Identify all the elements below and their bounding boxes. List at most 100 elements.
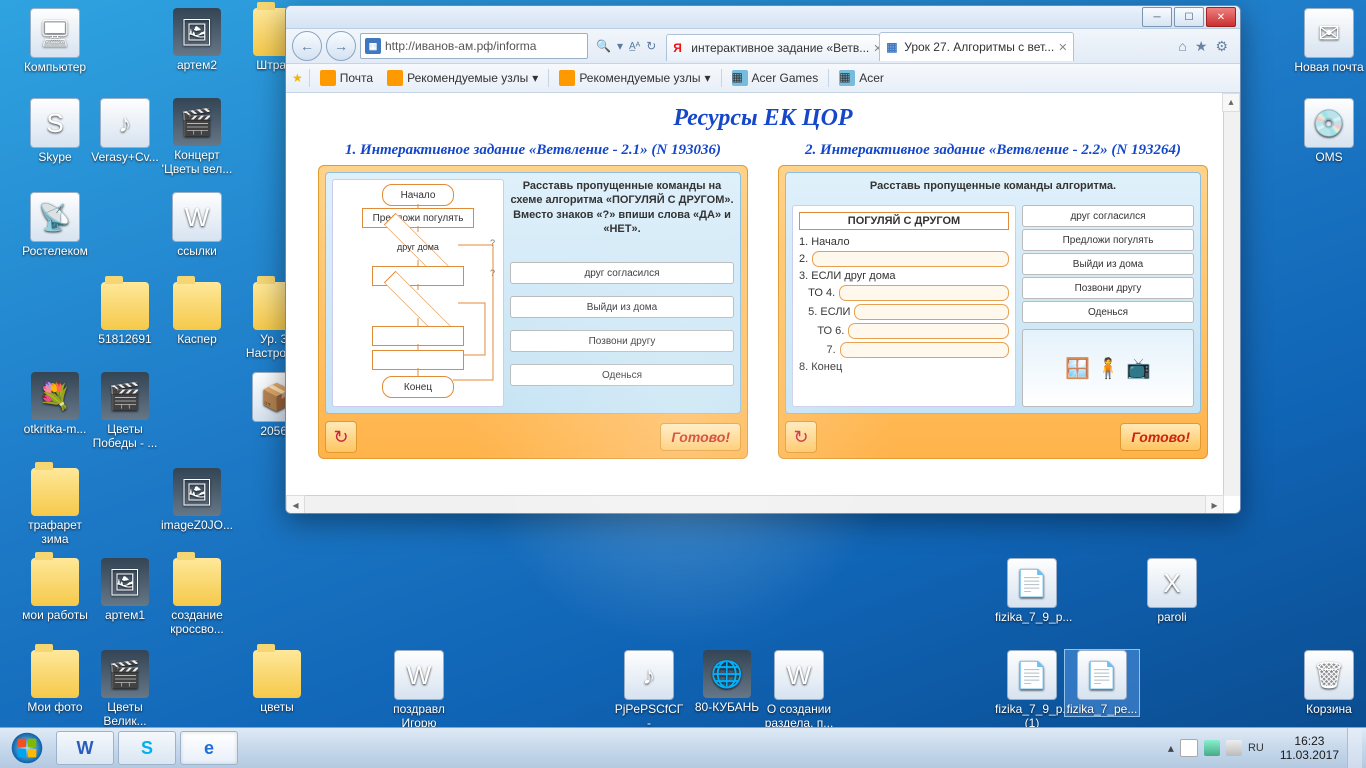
desktop-icon[interactable]: 🖼артем2 — [160, 8, 234, 72]
desktop[interactable]: 🖥Компьютер🖼артем2Штраус✉Новая почтаSSkyp… — [0, 0, 1366, 768]
desktop-icon[interactable]: ✉Новая почта — [1292, 8, 1366, 74]
desktop-icon[interactable]: 🌐80-КУБАНЬ — [690, 650, 764, 714]
desktop-icon[interactable]: Wпоздравл Игорю — [382, 650, 456, 730]
show-desktop-button[interactable] — [1347, 728, 1362, 768]
desktop-icon[interactable]: 🖥Компьютер — [18, 8, 92, 74]
home-icon[interactable]: ⌂ — [1178, 38, 1186, 55]
fav-mail[interactable]: Почта — [316, 68, 377, 88]
command-chip[interactable]: друг согласился — [510, 262, 734, 284]
desktop-icon[interactable]: 🎬Цветы Победы - ... — [88, 372, 162, 450]
task1-ready-button[interactable]: Готово! — [660, 423, 741, 451]
flow-slot-2[interactable] — [372, 326, 464, 346]
site-icon: ▦ — [365, 38, 381, 54]
window-titlebar[interactable]: ─ ☐ ✕ — [286, 6, 1240, 29]
desktop-icon[interactable]: 🗑Корзина — [1292, 650, 1366, 716]
clock[interactable]: 16:23 11.03.2017 — [1272, 734, 1347, 763]
system-tray: ▴ RU 16:23 11.03.2017 — [1160, 728, 1366, 768]
fav-recommended-1[interactable]: Рекомендуемые узлы▾ — [383, 68, 542, 88]
desktop-icon[interactable]: WО создании раздела, п... — [762, 650, 836, 730]
desktop-icon[interactable]: Wссылки — [160, 192, 234, 258]
taskbar-item-ie[interactable]: e — [180, 731, 238, 765]
icon-label: создание кроссво... — [160, 608, 234, 636]
refresh-icon[interactable]: ↻ — [646, 39, 656, 53]
tray-expand-icon[interactable]: ▴ — [1168, 741, 1174, 755]
forward-button[interactable]: → — [326, 31, 356, 61]
algo-slot[interactable] — [848, 323, 1009, 339]
file-icon: W — [172, 192, 222, 242]
close-button[interactable]: ✕ — [1206, 7, 1236, 27]
add-favorite-icon[interactable]: ★ — [292, 71, 303, 85]
task2-reset-button[interactable]: ↻ — [785, 421, 817, 453]
icon-label: ссылки — [160, 244, 234, 258]
favorites-icon[interactable]: ★ — [1195, 38, 1208, 55]
taskbar-item-skype[interactable]: S — [118, 731, 176, 765]
algo-slot[interactable] — [854, 304, 1009, 320]
desktop-icon[interactable]: создание кроссво... — [160, 558, 234, 636]
scroll-left-button[interactable]: ◂ — [286, 495, 305, 513]
dropdown-icon[interactable]: ▾ — [617, 39, 623, 53]
command-chip[interactable]: Оденься — [510, 364, 734, 386]
command-chip[interactable]: Выйди из дома — [1022, 253, 1194, 275]
close-tab-icon[interactable]: ✕ — [1058, 41, 1067, 54]
file-icon: 🌐 — [703, 650, 751, 698]
desktop-icon[interactable]: 💿OMS — [1292, 98, 1366, 164]
desktop-icon[interactable]: 🖼imageZ0JO... — [160, 468, 234, 532]
command-chip[interactable]: Позвони другу — [1022, 277, 1194, 299]
fav-acergames[interactable]: ▦Acer Games — [728, 68, 823, 88]
desktop-icon[interactable]: 🎬Цветы Велик... — [88, 650, 162, 728]
flow-slot-3[interactable] — [372, 350, 464, 370]
maximize-button[interactable]: ☐ — [1174, 7, 1204, 27]
desktop-icon[interactable]: мои работы — [18, 558, 92, 622]
command-chip[interactable]: Позвони другу — [510, 330, 734, 352]
search-icon[interactable]: 🔍 — [596, 39, 611, 53]
command-chip[interactable]: друг согласился — [1022, 205, 1194, 227]
desktop-icon[interactable]: 📄fizika_7_9_p... (1) — [995, 650, 1069, 730]
desktop-icon[interactable]: 📄fizika_7_9_p... — [995, 558, 1069, 624]
tray-volume-icon[interactable] — [1226, 740, 1242, 756]
back-button[interactable]: ← — [292, 31, 322, 61]
flow-cond-2[interactable] — [378, 290, 458, 320]
scroll-right-button[interactable]: ▸ — [1205, 495, 1224, 513]
browser-tab[interactable]: ▦Урок 27. Алгоритмы с вет...✕ — [879, 32, 1074, 61]
desktop-icon[interactable]: 📡Ростелеком — [18, 192, 92, 258]
horizontal-scrollbar[interactable]: ◂ ▸ — [286, 495, 1224, 513]
task2-ready-button[interactable]: Готово! — [1120, 423, 1201, 451]
fav-acer[interactable]: ▦Acer — [835, 68, 888, 88]
tray-network-icon[interactable] — [1204, 740, 1220, 756]
command-chip[interactable]: Оденься — [1022, 301, 1194, 323]
taskbar-item-word[interactable]: W — [56, 731, 114, 765]
command-chip[interactable]: Выйди из дома — [510, 296, 734, 318]
task1-reset-button[interactable]: ↻ — [325, 421, 357, 453]
desktop-icon[interactable]: трафарет зима — [18, 468, 92, 546]
compat-icon[interactable]: A̲ᴬ — [629, 41, 640, 52]
browser-tab[interactable]: Яинтерактивное задание «Ветв...✕ — [666, 34, 880, 61]
vertical-scrollbar[interactable] — [1223, 93, 1240, 496]
minimize-button[interactable]: ─ — [1142, 7, 1172, 27]
desktop-icon[interactable]: 📄fizika_7_pe... — [1065, 650, 1139, 716]
desktop-icon[interactable]: Xparoli — [1135, 558, 1209, 624]
desktop-icon[interactable]: ♪Verasy+Cv... — [88, 98, 162, 164]
desktop-icon[interactable]: 🖼артем1 — [88, 558, 162, 622]
tools-icon[interactable]: ⚙ — [1215, 38, 1228, 55]
desktop-icon[interactable]: Каспер — [160, 282, 234, 346]
icon-label: артем1 — [88, 608, 162, 622]
desktop-icon[interactable]: 51812691 — [88, 282, 162, 346]
tray-flag-icon[interactable] — [1180, 739, 1198, 757]
command-chip[interactable]: Предложи погулять — [1022, 229, 1194, 251]
desktop-icon[interactable]: цветы — [240, 650, 314, 714]
scroll-up-button[interactable]: ▴ — [1222, 93, 1240, 112]
desktop-icon[interactable]: SSkype — [18, 98, 92, 164]
address-bar[interactable]: ▦ http://иванов-ам.рф/informa — [360, 33, 588, 59]
start-button[interactable] — [0, 728, 54, 768]
desktop-icon[interactable]: Мои фото — [18, 650, 92, 714]
fav-recommended-2[interactable]: Рекомендуемые узлы▾ — [555, 68, 714, 88]
algo-slot[interactable] — [839, 285, 1009, 301]
tray-lang-icon[interactable]: RU — [1248, 742, 1264, 754]
algorithm-list: ПОГУЛЯЙ С ДРУГОМ 1. Начало2.3. ЕСЛИ друг… — [792, 205, 1016, 407]
url-text: http://иванов-ам.рф/informa — [385, 39, 536, 53]
desktop-icon[interactable]: 💐otkritka-m... — [18, 372, 92, 436]
algo-slot[interactable] — [840, 342, 1009, 358]
desktop-icon[interactable]: 🎬Концерт 'Цветы вел... — [160, 98, 234, 176]
file-icon: 📄 — [1077, 650, 1127, 700]
algo-slot[interactable] — [812, 251, 1009, 267]
